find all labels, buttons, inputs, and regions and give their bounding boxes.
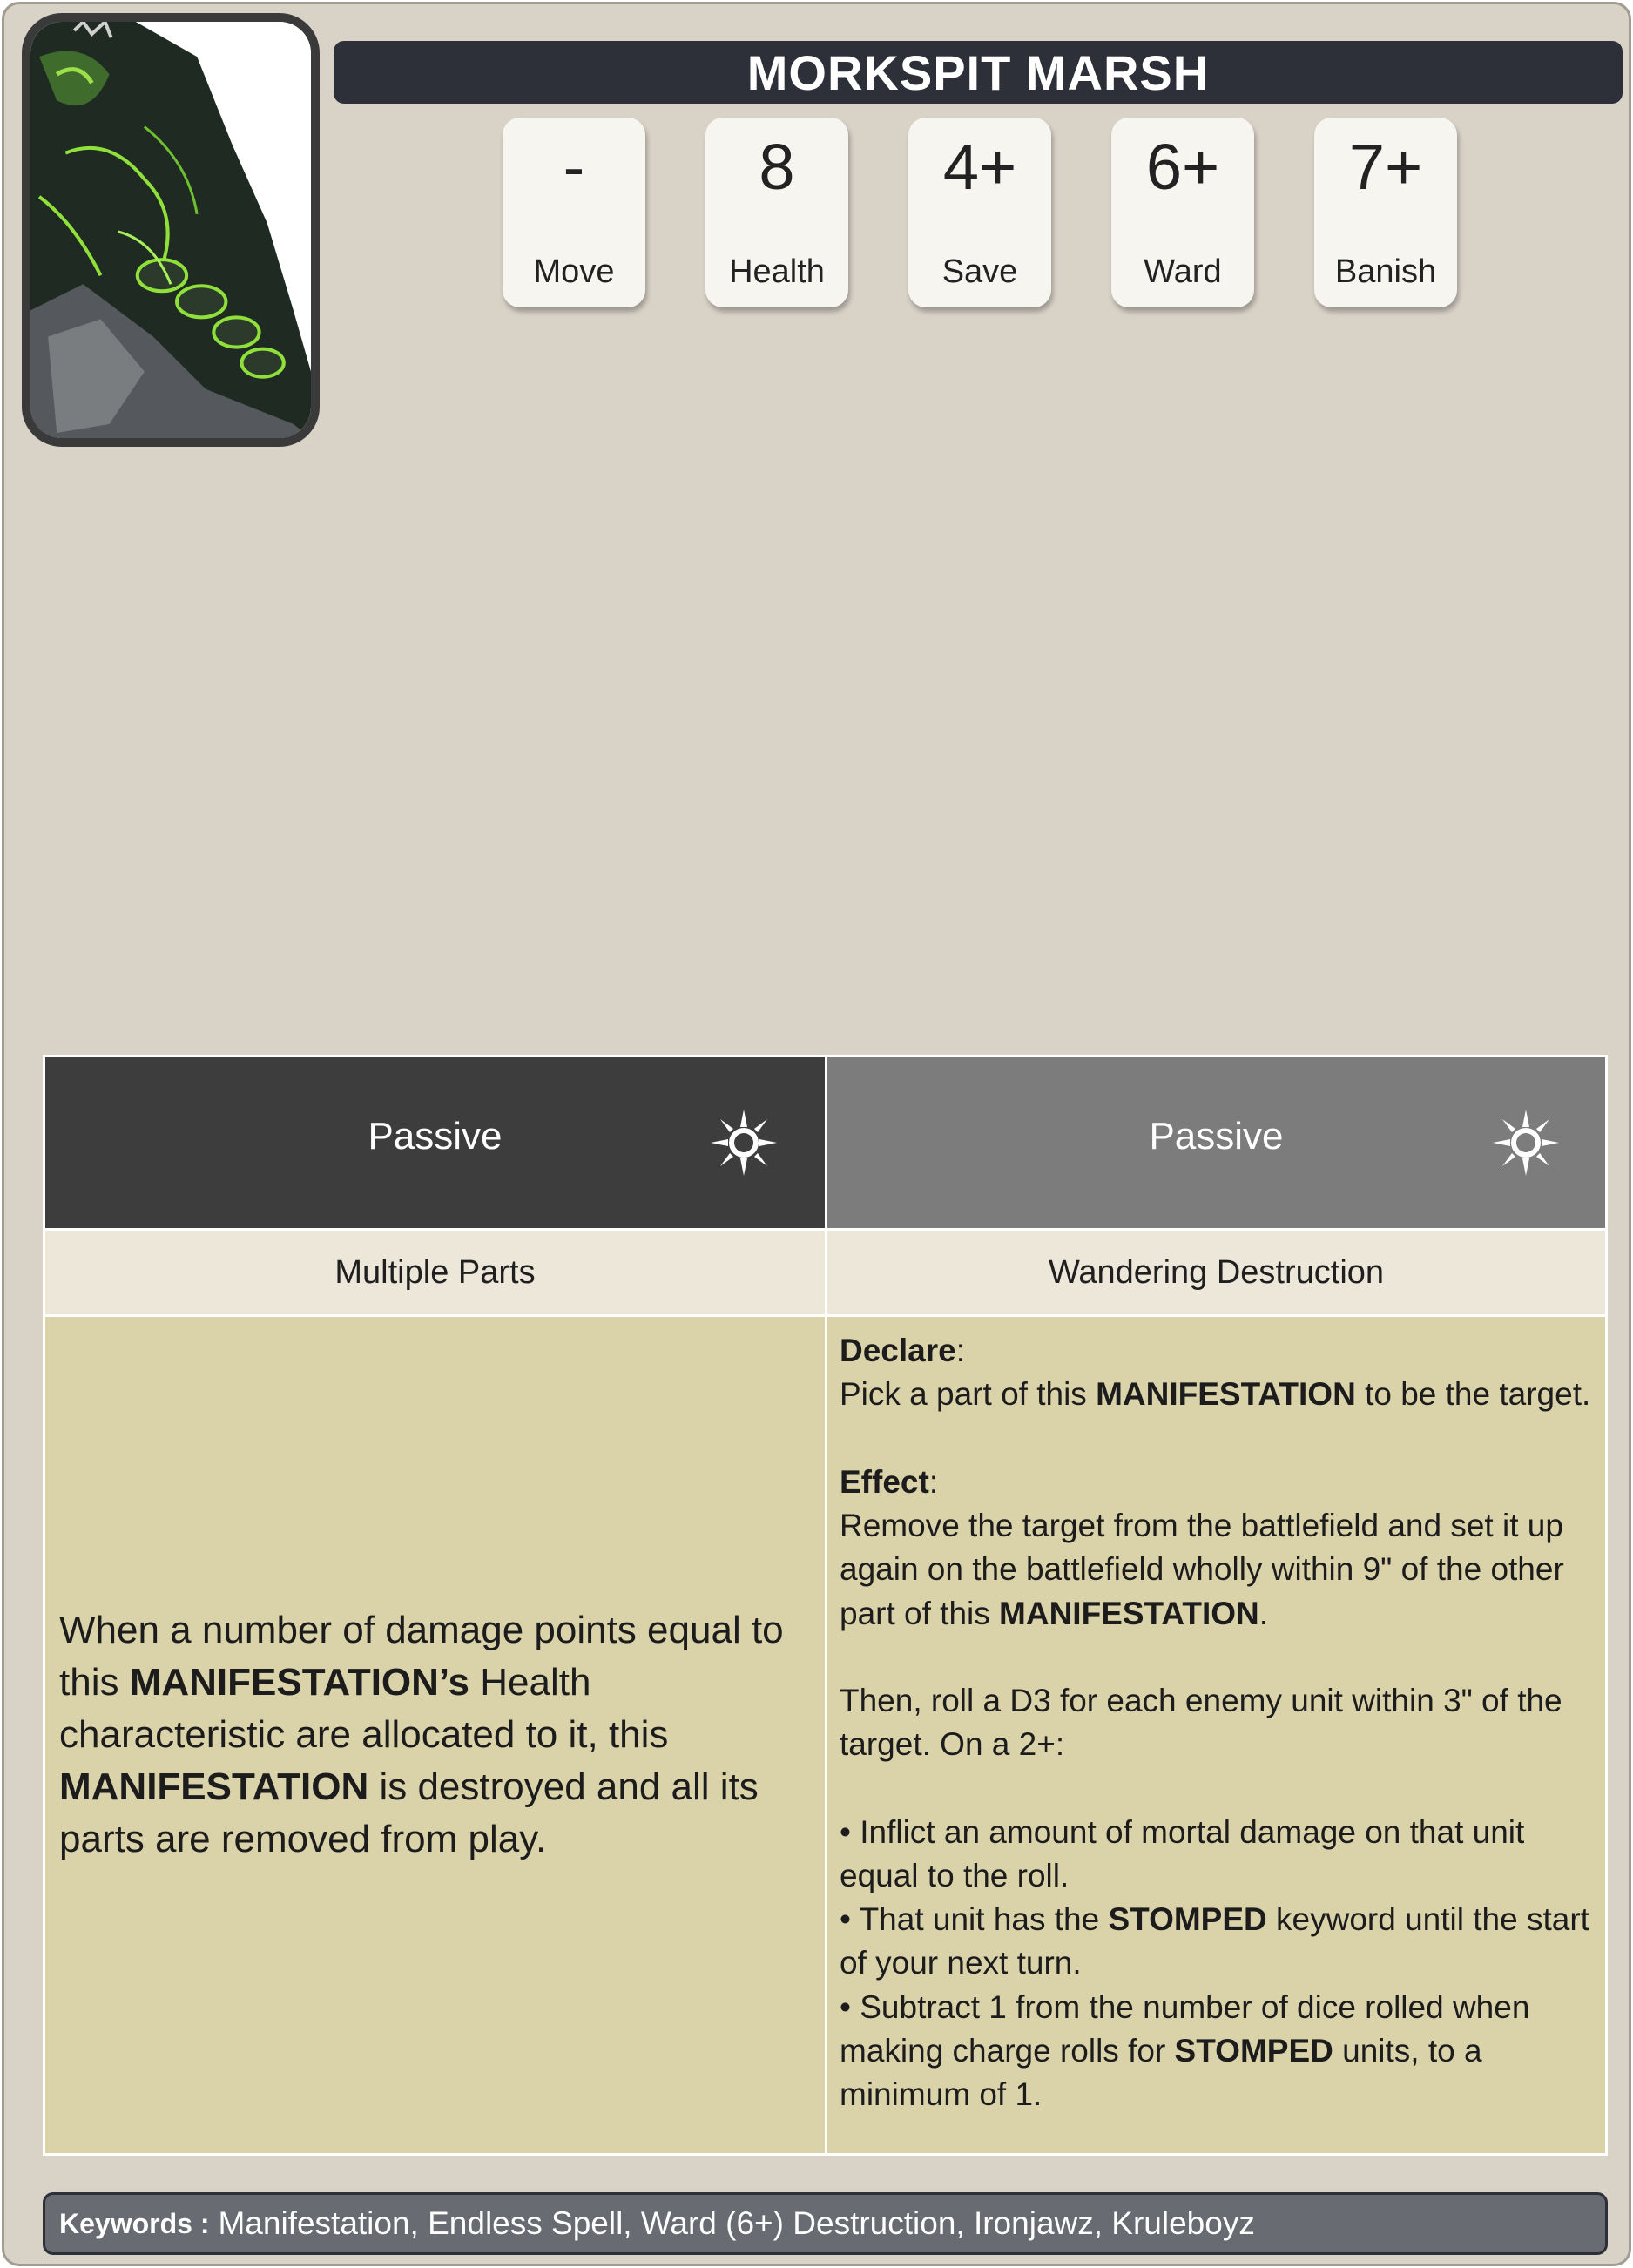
ability-header: Passive xyxy=(827,1057,1605,1228)
ability-type: Passive xyxy=(1149,1115,1284,1158)
declare-heading: Declare: xyxy=(840,1333,965,1368)
ability-body: Declare: Pick a part of this MANIFESTATI… xyxy=(827,1317,1605,2153)
declare-text: Pick a part of this MANIFESTATION to be … xyxy=(840,1376,1591,1413)
effect-bullet: • That unit has the STOMPED keyword unti… xyxy=(840,1901,1589,1981)
stat-label: Move xyxy=(533,253,615,290)
ability-multiple-parts: Passive Multiple Parts When a number of … xyxy=(45,1057,825,2153)
stat-value: - xyxy=(563,131,585,203)
warscroll-card: MORKSPIT MARSH - Move 8 Health 4+ Save 6… xyxy=(2,2,1631,2266)
ability-text: When a number of damage points equal to … xyxy=(59,1609,784,1860)
keywords-label: Keywords : xyxy=(59,2207,210,2239)
stat-move: - Move xyxy=(503,118,645,307)
effect-text: Remove the target from the battlefield a… xyxy=(840,1507,1564,1631)
stat-health: 8 Health xyxy=(705,118,848,307)
ability-header: Passive xyxy=(45,1057,825,1228)
stat-value: 6+ xyxy=(1145,131,1220,203)
stat-save: 4+ Save xyxy=(908,118,1051,307)
ability-name: Multiple Parts xyxy=(45,1231,825,1314)
stat-value: 7+ xyxy=(1348,131,1423,203)
stat-value: 8 xyxy=(759,131,795,203)
ability-body: When a number of damage points equal to … xyxy=(45,1317,825,2153)
sun-icon xyxy=(711,1110,777,1176)
effect-then: Then, roll a D3 for each enemy unit with… xyxy=(840,1682,1562,1763)
ability-type: Passive xyxy=(368,1115,503,1158)
stat-label: Health xyxy=(729,253,825,290)
stat-ward: 6+ Ward xyxy=(1111,118,1254,307)
stat-banish: 7+ Banish xyxy=(1314,118,1457,307)
keywords-values: Manifestation, Endless Spell, Ward (6+) … xyxy=(218,2205,1255,2241)
keywords-bar: Keywords : Manifestation, Endless Spell,… xyxy=(43,2192,1608,2255)
portrait-image xyxy=(30,22,311,438)
ability-text: Declare: Pick a part of this MANIFESTATI… xyxy=(840,1329,1595,2117)
stat-value: 4+ xyxy=(942,131,1017,203)
stat-label: Banish xyxy=(1334,253,1437,290)
effect-bullet: • Inflict an amount of mortal damage on … xyxy=(840,1813,1525,1893)
stat-label: Ward xyxy=(1144,253,1222,290)
unit-portrait xyxy=(22,13,320,447)
abilities-table: Passive Multiple Parts When a number of … xyxy=(43,1055,1608,2156)
effect-bullet: • Subtract 1 from the number of dice rol… xyxy=(840,1988,1530,2113)
ability-name: Wandering Destruction xyxy=(827,1231,1605,1314)
sun-icon xyxy=(1493,1110,1559,1176)
stat-label: Save xyxy=(941,253,1018,290)
unit-title: MORKSPIT MARSH xyxy=(334,41,1623,104)
ability-wandering-destruction: Passive Wandering Destruction Declare: P… xyxy=(827,1057,1605,2153)
effect-heading: Effect: xyxy=(840,1463,939,1500)
